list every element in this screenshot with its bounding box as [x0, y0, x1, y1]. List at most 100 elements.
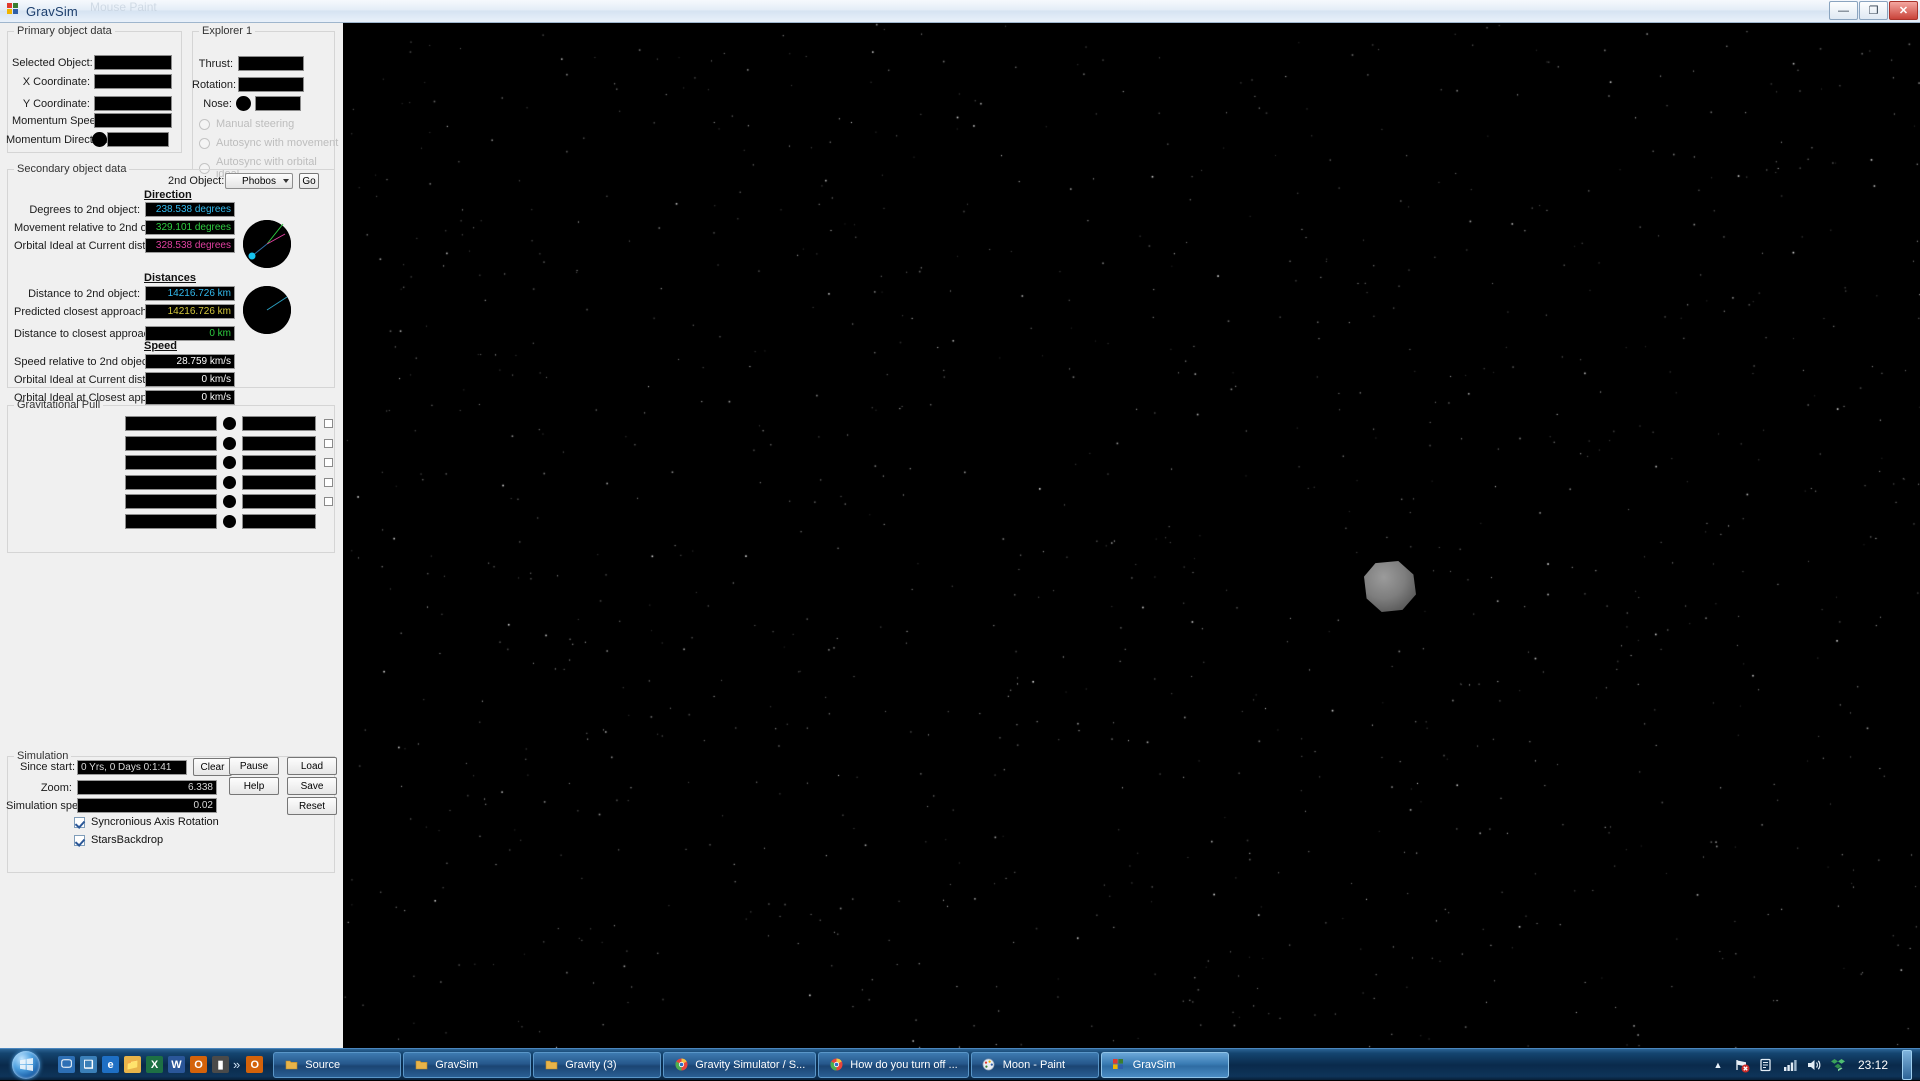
- explorer-legend: Explorer 1: [202, 25, 253, 37]
- gravity-source-field[interactable]: [125, 494, 217, 509]
- gravity-value-field[interactable]: [242, 474, 316, 490]
- row-zoom: Zoom: 6.338: [20, 780, 217, 795]
- help-button[interactable]: Help: [229, 777, 279, 795]
- gravity-source-field[interactable]: [125, 474, 217, 490]
- taskbar-clock[interactable]: 23:12: [1858, 1058, 1888, 1072]
- distances-header: Distances: [144, 272, 196, 284]
- explorer-folder-icon[interactable]: 📁: [124, 1056, 141, 1073]
- gravity-value-field[interactable]: [242, 494, 316, 509]
- input-x-coordinate[interactable]: [94, 74, 172, 89]
- input-selected-object[interactable]: [94, 55, 172, 70]
- gravity-value-field[interactable]: [242, 435, 316, 451]
- input-rotation[interactable]: [238, 77, 304, 92]
- chevron-down-icon: [283, 179, 289, 183]
- gravity-enable-checkbox[interactable]: [324, 438, 333, 448]
- dropdown-2nd-object[interactable]: Phobos: [225, 173, 293, 189]
- office-o-icon[interactable]: O: [246, 1056, 264, 1073]
- internet-explorer-icon[interactable]: e: [102, 1056, 119, 1073]
- folder-icon: [284, 1058, 298, 1072]
- label-y-coordinate: Y Coordinate:: [22, 97, 90, 110]
- quicklaunch-overflow-icon[interactable]: »: [233, 1057, 240, 1072]
- gravity-enable-checkbox[interactable]: [324, 477, 333, 487]
- value-simulation-speed[interactable]: 0.02: [77, 798, 217, 813]
- label-selected-object: Selected Object:: [12, 56, 93, 69]
- signal-bars-icon[interactable]: [1782, 1057, 1798, 1073]
- value-orbital-ideal-current-speed: 0 km/s: [145, 372, 235, 387]
- gravitational-pull-legend: Gravitational Pull: [17, 399, 101, 411]
- quick-launch-bar: 🖵 ❑ e 📁 X W O ▮: [58, 1056, 229, 1073]
- taskbar-button[interactable]: Gravity (3): [533, 1051, 662, 1078]
- tray-expand-icon[interactable]: ▲: [1710, 1057, 1726, 1073]
- office-o-icon[interactable]: O: [190, 1056, 207, 1073]
- network-flag-icon[interactable]: [1734, 1057, 1750, 1073]
- input-momentum-speed[interactable]: [94, 113, 172, 128]
- taskbar-button-label: GravSim: [1132, 1058, 1176, 1071]
- input-momentum-direction[interactable]: [107, 132, 169, 147]
- window-title: GravSim: [26, 3, 78, 19]
- secondary-object-legend: Secondary object data: [17, 163, 127, 175]
- flip3d-icon[interactable]: ❑: [80, 1056, 97, 1073]
- media-icon[interactable]: ▮: [212, 1056, 229, 1073]
- reset-button[interactable]: Reset: [287, 797, 337, 815]
- gravity-source-field[interactable]: [125, 416, 217, 431]
- clear-button[interactable]: Clear: [193, 758, 232, 776]
- go-button[interactable]: Go: [299, 173, 319, 189]
- gravity-value-field[interactable]: [242, 416, 316, 431]
- simulation-viewport[interactable]: [343, 23, 1920, 1048]
- close-button[interactable]: ✕: [1889, 1, 1918, 20]
- direction-header: Direction: [144, 189, 192, 201]
- show-desktop-button[interactable]: [1902, 1050, 1912, 1080]
- taskbar-button[interactable]: Source: [273, 1051, 402, 1078]
- taskbar-button[interactable]: Gravity Simulator / S...: [663, 1051, 817, 1078]
- input-nose[interactable]: [255, 96, 301, 111]
- excel-icon[interactable]: X: [146, 1056, 163, 1073]
- dropbox-icon[interactable]: [1830, 1057, 1846, 1073]
- row-predicted-closest: Predicted closest approach: 14216.726 km: [14, 304, 235, 319]
- taskbar-button[interactable]: GravSim: [1100, 1051, 1229, 1078]
- value-zoom[interactable]: 6.338: [77, 780, 217, 795]
- field-selected-object: Selected Object:: [12, 55, 177, 70]
- row-distance-to-2nd: Distance to 2nd object: 14216.726 km: [14, 286, 235, 301]
- pause-button[interactable]: Pause: [229, 757, 279, 775]
- direction-compass-gauge: [243, 220, 291, 268]
- word-icon[interactable]: W: [168, 1056, 185, 1073]
- taskbar-button[interactable]: Moon - Paint: [970, 1051, 1099, 1078]
- momentum-direction-gauge: [92, 132, 107, 147]
- gravity-source-field[interactable]: [125, 435, 217, 451]
- gravity-enable-checkbox[interactable]: [324, 419, 333, 428]
- checkbox-stars-backdrop[interactable]: StarsBackdrop: [74, 834, 163, 846]
- volume-icon[interactable]: [1806, 1057, 1822, 1073]
- starfield-canvas: [343, 23, 1920, 1048]
- input-y-coordinate[interactable]: [94, 96, 172, 111]
- row-distance-closest: Distance to closest approach: 0 km: [14, 326, 235, 341]
- label-degrees-to-2nd: Degrees to 2nd object:: [29, 203, 140, 216]
- checkbox-sync-axis-rotation[interactable]: Syncronious Axis Rotation: [74, 816, 219, 828]
- gravity-source-field[interactable]: [125, 513, 217, 529]
- gravity-value-field[interactable]: [242, 455, 316, 470]
- window-titlebar[interactable]: GravSim Mouse Paint — ❐ ✕: [0, 0, 1920, 23]
- start-button[interactable]: [2, 1050, 50, 1080]
- label-zoom: Zoom:: [40, 781, 72, 794]
- minimize-button[interactable]: —: [1829, 1, 1858, 20]
- action-center-icon[interactable]: [1758, 1057, 1774, 1073]
- gravity-enable-checkbox[interactable]: [324, 497, 333, 506]
- gravity-source-field[interactable]: [125, 455, 217, 470]
- gravitational-pull-row: [0, 474, 333, 490]
- taskbar-button[interactable]: How do you turn off ...: [818, 1051, 969, 1078]
- radio-autosync-movement[interactable]: Autosync with movement: [199, 137, 338, 149]
- taskbar-button[interactable]: GravSim: [403, 1051, 532, 1078]
- radio-manual-steering[interactable]: Manual steering: [199, 118, 294, 130]
- value-distance-to-2nd: 14216.726 km: [145, 286, 235, 301]
- input-thrust[interactable]: [238, 56, 304, 71]
- row-orbital-ideal-current-dir: Orbital Ideal at Current distance : 328.…: [14, 238, 235, 253]
- save-button[interactable]: Save: [287, 777, 337, 795]
- row-orbital-ideal-current-speed: Orbital Ideal at Current distance : 0 km…: [14, 372, 235, 387]
- show-desktop-icon[interactable]: 🖵: [58, 1056, 75, 1073]
- gravity-enable-checkbox[interactable]: [324, 458, 333, 467]
- maximize-button[interactable]: ❐: [1859, 1, 1888, 20]
- primary-object-legend: Primary object data: [17, 25, 112, 37]
- gravity-value-field[interactable]: [242, 513, 316, 529]
- load-button[interactable]: Load: [287, 757, 337, 775]
- chrome-icon: [829, 1058, 843, 1072]
- folder-icon: [544, 1058, 558, 1072]
